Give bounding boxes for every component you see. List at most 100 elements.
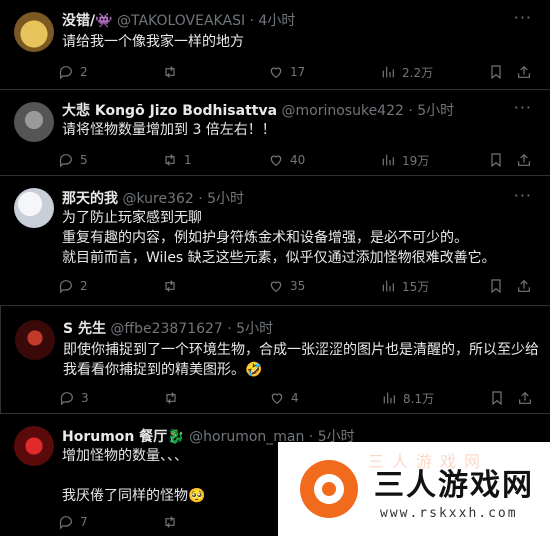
bookmark-button[interactable]: [488, 62, 504, 82]
like-button[interactable]: 35: [268, 276, 305, 296]
reply-button[interactable]: 7: [58, 512, 88, 532]
views-button[interactable]: 19万: [380, 150, 429, 170]
tweet-line: 请将怪物数量增加到 3 倍左右！！: [62, 122, 276, 138]
retweet-icon: [165, 516, 175, 528]
display-name[interactable]: 那天的我: [62, 191, 118, 207]
retweet-icon: [165, 154, 175, 166]
tweet-line: 重复有趣的内容，例如护身符炼金术和设备增强，是必不可少的。: [62, 230, 468, 246]
retweet-icon: [166, 392, 176, 404]
tweet-header: 没错/👾 @TAKOLOVEAKASI · 4小时: [62, 12, 295, 30]
tweet-1[interactable]: 没错/👾 @TAKOLOVEAKASI · 4小时 ··· 请给我一个像我家一样…: [0, 0, 550, 90]
reply-count: 2: [80, 65, 88, 79]
handle[interactable]: @morinosuke422: [282, 103, 404, 119]
retweet-button[interactable]: [162, 512, 184, 532]
watermark-url: www.rskxxh.com: [380, 506, 518, 521]
retweet-button[interactable]: [163, 388, 185, 408]
bookmark-icon: [491, 65, 501, 80]
tweet-line: 增加怪物的数量、、、: [62, 448, 188, 464]
share-icon: [518, 153, 530, 166]
site-watermark: 三人游戏网 三人游戏网 www.rskxxh.com: [278, 442, 550, 536]
handle[interactable]: @kure362: [122, 191, 193, 207]
retweet-count: 1: [184, 153, 192, 167]
like-icon: [270, 155, 282, 167]
avatar[interactable]: [14, 12, 54, 52]
tweet-line: 就目前而言，Wiles 缺乏这些元素，似乎仅通过添加怪物很难改善它。: [62, 250, 496, 266]
tweet-header: S 先生 @ffbe23871627 · 5小时: [63, 320, 273, 338]
handle[interactable]: @TAKOLOVEAKASI: [117, 13, 245, 29]
retweet-icon: [165, 280, 175, 292]
reply-icon: [59, 516, 72, 530]
share-icon: [518, 279, 530, 292]
reply-button[interactable]: 2: [58, 276, 88, 296]
handle[interactable]: @ffbe23871627: [110, 321, 222, 337]
display-name[interactable]: S 先生: [63, 321, 106, 337]
reply-button[interactable]: 2: [58, 62, 88, 82]
share-icon: [519, 391, 531, 404]
like-button[interactable]: 40: [268, 150, 305, 170]
retweet-button[interactable]: 1: [162, 150, 192, 170]
tweet-header: 大悲 Kongō Jizo Bodhisattva @morinosuke422…: [62, 102, 454, 120]
share-icon: [518, 65, 530, 78]
reply-icon: [60, 392, 73, 406]
tweet-3[interactable]: 那天的我 @kure362 · 5小时 ··· 为了防止玩家感到无聊 重复有趣的…: [0, 176, 550, 306]
retweet-button[interactable]: [162, 276, 184, 296]
like-icon: [270, 67, 282, 79]
views-count: 2.2万: [402, 65, 434, 80]
tweet-text: 请给我一个像我家一样的地方: [62, 32, 244, 52]
like-icon: [271, 393, 283, 405]
tweet-text: 即使你捕捉到了一个环境生物，合成一张涩涩的图片也是清醒的，所以至少给 我看看你捕…: [63, 340, 539, 380]
like-count: 4: [291, 391, 299, 405]
reply-icon: [59, 66, 72, 80]
action-bar: 5 1 40 19万: [58, 150, 538, 170]
bookmark-button[interactable]: [489, 388, 505, 408]
avatar[interactable]: [15, 320, 55, 360]
bookmark-icon: [492, 391, 502, 406]
views-count: 8.1万: [403, 391, 435, 406]
views-button[interactable]: 2.2万: [380, 62, 433, 82]
like-button[interactable]: 17: [268, 62, 305, 82]
watermark-logo-icon: [300, 460, 358, 518]
display-name[interactable]: Horumon 餐厅🐉: [62, 429, 185, 445]
reply-count: 5: [80, 153, 88, 167]
tweet-line: 即使你捕捉到了一个环境生物，合成一张涩涩的图片也是清醒的，所以至少给: [63, 342, 539, 358]
like-count: 40: [290, 153, 306, 167]
tweet-2[interactable]: 大悲 Kongō Jizo Bodhisattva @morinosuke422…: [0, 90, 550, 176]
views-button[interactable]: 8.1万: [381, 388, 434, 408]
retweet-icon: [165, 66, 175, 78]
like-button[interactable]: 4: [269, 388, 299, 408]
reply-count: 3: [81, 391, 89, 405]
like-icon: [270, 281, 282, 293]
reply-button[interactable]: 3: [59, 388, 89, 408]
share-button[interactable]: [516, 62, 532, 82]
share-button[interactable]: [516, 276, 532, 296]
display-name[interactable]: 没错/👾: [62, 13, 113, 29]
views-icon: [383, 392, 395, 404]
avatar[interactable]: [14, 188, 54, 228]
more-icon[interactable]: ···: [514, 186, 532, 205]
avatar[interactable]: [14, 102, 54, 142]
views-icon: [382, 154, 394, 166]
avatar[interactable]: [14, 426, 54, 466]
action-bar: 3 4 8.1万: [59, 388, 539, 408]
timestamp[interactable]: · 5小时: [408, 103, 454, 119]
display-name[interactable]: 大悲 Kongō Jizo Bodhisattva: [62, 103, 277, 119]
retweet-button[interactable]: [162, 62, 184, 82]
views-button[interactable]: 15万: [380, 276, 429, 296]
share-button[interactable]: [517, 388, 533, 408]
timestamp[interactable]: · 5小时: [227, 321, 273, 337]
views-icon: [382, 66, 394, 78]
share-button[interactable]: [516, 150, 532, 170]
timestamp[interactable]: · 5小时: [198, 191, 244, 207]
more-icon[interactable]: ···: [514, 98, 532, 117]
reply-icon: [59, 154, 72, 168]
tweet-line: 我看看你捕捉到的精美图形。🤣: [63, 362, 263, 378]
views-icon: [382, 280, 394, 292]
tweet-line: 为了防止玩家感到无聊: [62, 210, 202, 226]
bookmark-button[interactable]: [488, 150, 504, 170]
bookmark-button[interactable]: [488, 276, 504, 296]
timestamp[interactable]: · 4小时: [250, 13, 296, 29]
action-bar: 2 17 2.2万: [58, 62, 538, 82]
reply-button[interactable]: 5: [58, 150, 88, 170]
tweet-4[interactable]: S 先生 @ffbe23871627 · 5小时 即使你捕捉到了一个环境生物，合…: [0, 306, 550, 414]
more-icon[interactable]: ···: [514, 8, 532, 27]
